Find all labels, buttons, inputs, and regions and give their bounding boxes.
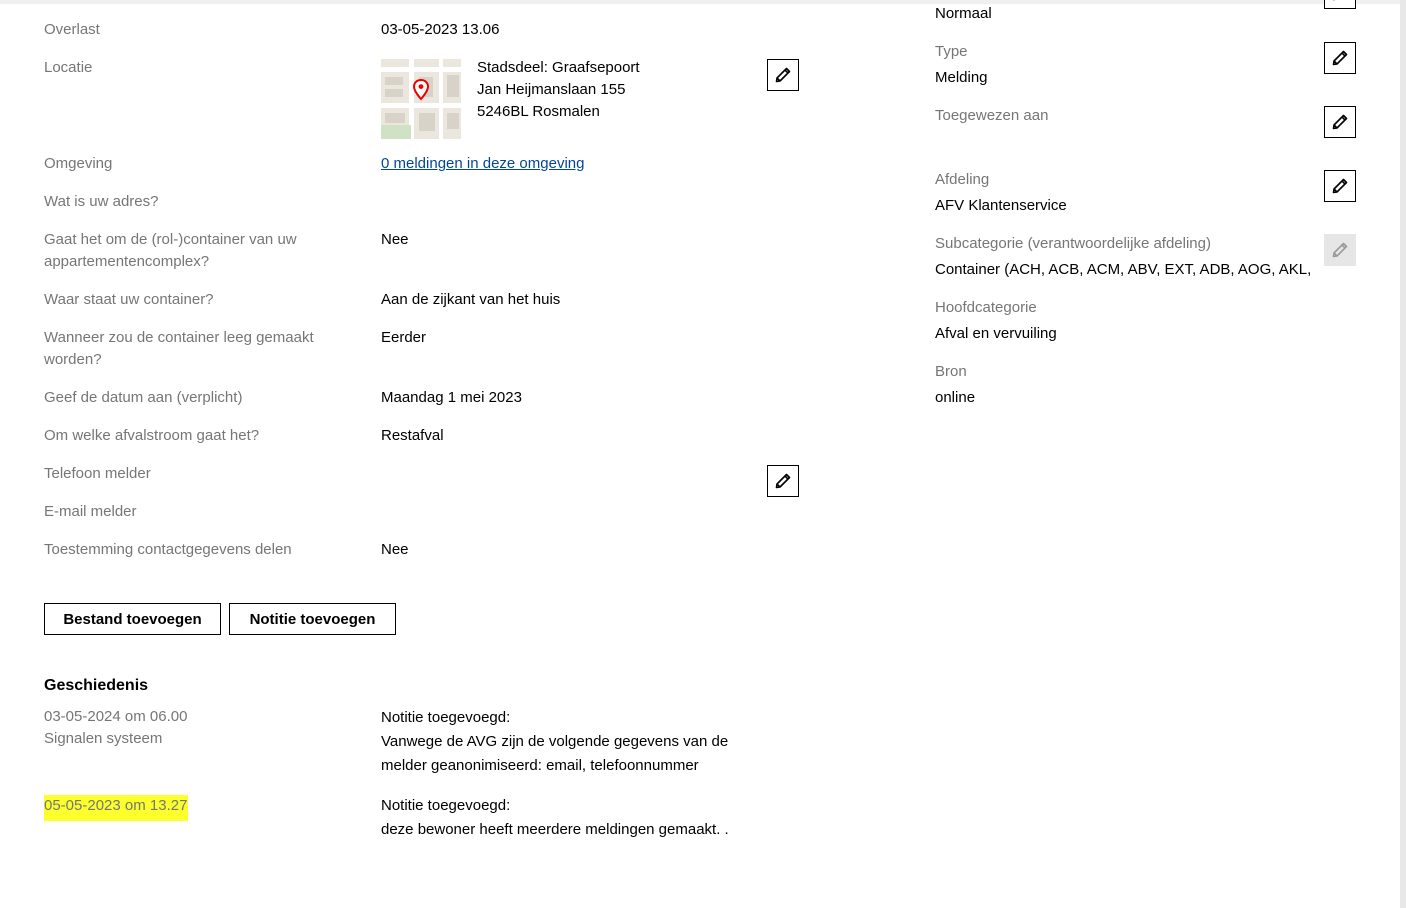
add-file-button[interactable]: Bestand toevoegen <box>44 603 221 635</box>
value-toestemming: Nee <box>381 541 409 558</box>
edit-contact-button[interactable] <box>767 465 799 497</box>
label-afdeling: Afdeling <box>935 171 990 188</box>
pencil-icon <box>1332 178 1348 194</box>
edit-department-button[interactable] <box>1324 170 1356 202</box>
value-afdeling: AFV Klantenservice <box>935 197 1067 214</box>
label-rol-container-line2: appartementencomplex? <box>44 253 210 270</box>
label-omgeving: Omgeving <box>44 155 113 172</box>
label-leeg-maken-line1: Wanneer zou de container leeg gemaakt <box>44 329 314 346</box>
history-entry-2-date: 05-05-2023 om 13.27 <box>44 795 189 821</box>
label-hoofdcategorie: Hoofdcategorie <box>935 299 1037 316</box>
edit-subcategory-button[interactable] <box>1324 234 1356 266</box>
value-datum: Maandag 1 mei 2023 <box>381 389 522 406</box>
pencil-icon <box>1332 242 1348 258</box>
nearby-reports-link[interactable]: 0 meldingen in deze omgeving <box>381 153 584 175</box>
top-border <box>0 0 1400 4</box>
history-entry-2-line2: deze bewoner heeft meerdere meldingen ge… <box>381 821 729 838</box>
pencil-icon <box>775 67 791 83</box>
value-subcategorie: Container (ACH, ACB, ACM, ABV, EXT, ADB,… <box>935 261 1312 278</box>
map-pin-icon <box>413 79 429 101</box>
pencil-icon <box>1332 50 1348 66</box>
label-subcategorie: Subcategorie (verantwoordelijke afdeling… <box>935 235 1211 252</box>
value-afvalstroom: Restafval <box>381 427 444 444</box>
value-bron: online <box>935 389 976 406</box>
scrollbar[interactable] <box>1400 0 1406 908</box>
label-afvalstroom: Om welke afvalstroom gaat het? <box>44 427 260 444</box>
label-telefoon: Telefoon melder <box>44 465 151 482</box>
history-entry-2-line1: Notitie toegevoegd: <box>381 797 511 814</box>
label-toestemming: Toestemming contactgegevens delen <box>44 541 292 558</box>
edit-assignee-button[interactable] <box>1324 106 1356 138</box>
edit-type-button[interactable] <box>1324 42 1356 74</box>
value-leeg-maken: Eerder <box>381 329 427 346</box>
value-container-locatie: Aan de zijkant van het huis <box>381 291 561 308</box>
label-container-locatie: Waar staat uw container? <box>44 291 214 308</box>
add-note-button[interactable]: Notitie toevoegen <box>229 603 396 635</box>
address-line-district: Stadsdeel: Graafsepoort <box>477 59 640 76</box>
label-toegewezen-aan: Toegewezen aan <box>935 107 1049 124</box>
location-map-thumbnail[interactable] <box>381 59 461 139</box>
history-title: Geschiedenis <box>44 677 149 694</box>
history-entry-1-line3: melder geanonimiseerd: email, telefoonnu… <box>381 757 699 774</box>
address-line-street: Jan Heijmanslaan 155 <box>477 81 626 98</box>
history-entry-1-line2: Vanwege de AVG zijn de volgende gegevens… <box>381 733 729 750</box>
label-overlast: Overlast <box>44 21 100 38</box>
history-entry-1-line1: Notitie toegevoegd: <box>381 709 511 726</box>
edit-priority-button[interactable] <box>1324 0 1356 9</box>
label-wat-is-uw-adres: Wat is uw adres? <box>44 193 159 210</box>
history-entry-1-author: Signalen systeem <box>44 730 163 747</box>
history-entry-1-date: 03-05-2024 om 06.00 <box>44 708 188 725</box>
label-rol-container-line1: Gaat het om de (rol-)container van uw <box>44 231 297 248</box>
pencil-icon <box>1332 114 1348 130</box>
label-type: Type <box>935 43 968 60</box>
value-overlast: 03-05-2023 13.06 <box>381 21 500 38</box>
value-hoofdcategorie: Afval en vervuiling <box>935 325 1057 342</box>
pencil-icon <box>1332 0 1336 1</box>
edit-location-button[interactable] <box>767 59 799 91</box>
address-line-postcode: 5246BL Rosmalen <box>477 103 600 120</box>
label-leeg-maken-line2: worden? <box>44 351 102 368</box>
value-type: Melding <box>935 69 988 86</box>
pencil-icon <box>775 473 791 489</box>
label-locatie: Locatie <box>44 59 93 76</box>
label-bron: Bron <box>935 363 967 380</box>
label-datum: Geef de datum aan (verplicht) <box>44 389 243 406</box>
value-rol-container: Nee <box>381 231 409 248</box>
value-prioriteit: Normaal <box>935 5 992 22</box>
label-email: E-mail melder <box>44 503 137 520</box>
